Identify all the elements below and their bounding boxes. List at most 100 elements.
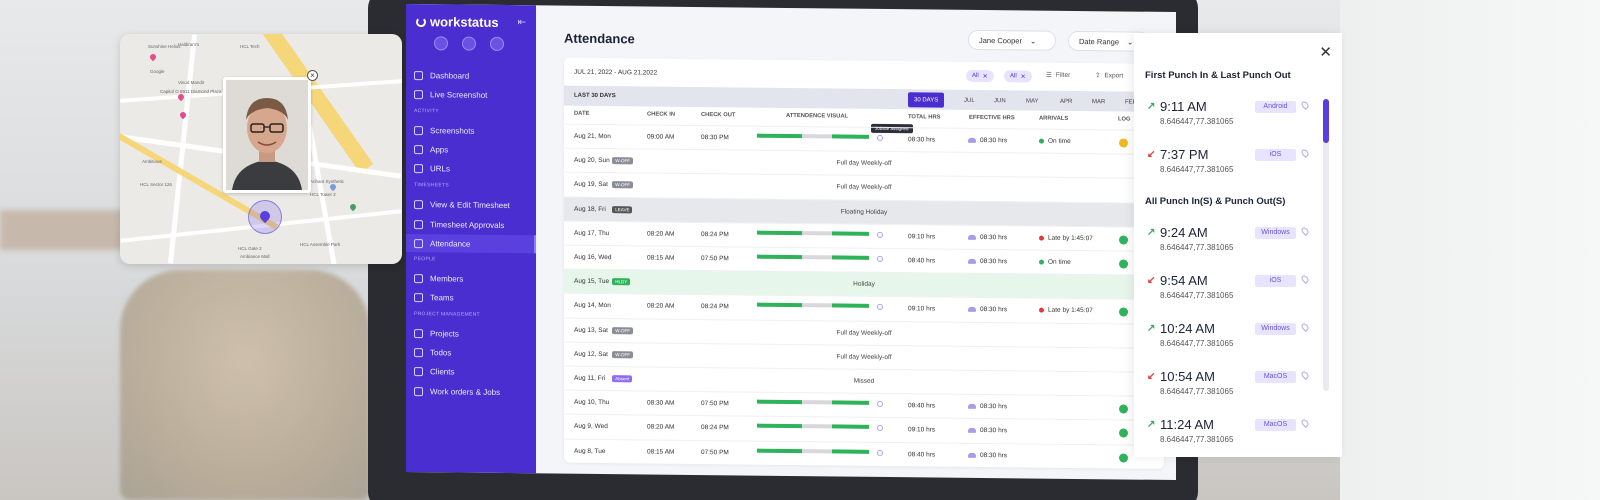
sidebar-item-clients[interactable]: Clients (406, 362, 536, 381)
check-in-time: 08:20 AM (647, 423, 675, 432)
map-label: Haldiram's (178, 42, 200, 47)
total-hours: 08:40 hrs (908, 402, 936, 410)
jobsite-location-icon[interactable] (877, 401, 883, 408)
record-icon[interactable] (462, 36, 476, 51)
table-row[interactable]: Aug 8, Tue 08:15 AM 07:50 PM 08:40 hrs 08:30… (564, 438, 1164, 469)
close-icon[interactable]: ✕ (983, 73, 988, 80)
punch-in-arrow-icon: ↗ (1147, 227, 1156, 238)
sidebar-nav: ACTIVITY TIMESHEETS PEOPLE PROJECT MANAGEME… (406, 4, 536, 396)
punch-time: 9:24 AM (1160, 225, 1208, 240)
jobsite-location-icon[interactable] (877, 231, 883, 238)
employee-photo[interactable] (223, 77, 311, 193)
close-icon[interactable]: ✕ (1021, 73, 1026, 80)
apps-icon (414, 144, 423, 154)
punch-entry[interactable]: ↗ 11:24 AM 8.646447,77.381065 MacOS (1145, 416, 1315, 452)
total-hours: 08:40 hrs (908, 450, 936, 459)
filter-button[interactable]: ☰ Filter (1046, 71, 1070, 79)
map-pin-icon[interactable] (348, 202, 358, 212)
log-check-icon[interactable] (1119, 259, 1128, 269)
scrollbar-thumb[interactable] (1323, 99, 1329, 143)
map-label: HCL Tower 2 (310, 192, 336, 197)
punch-entry[interactable]: ↗ 10:24 AM 8.646447,77.381065 Windows (1145, 320, 1315, 356)
range-tab-30-days[interactable]: 30 DAYS (908, 92, 945, 108)
close-panel-icon[interactable]: ✕ (1319, 43, 1332, 61)
sidebar-item-todos[interactable]: Todos (406, 343, 536, 362)
export-button[interactable]: ⇪ Export (1095, 71, 1123, 79)
jobsite-location-icon[interactable] (877, 425, 883, 432)
location-pin-icon[interactable] (1300, 226, 1310, 236)
range-tab-jul[interactable]: JUL (958, 93, 981, 108)
punch-coordinates: 8.646447,77.381065 (1160, 387, 1234, 396)
sidebar-item-label: Work orders & Jobs (430, 386, 501, 397)
map-pin-icon[interactable] (148, 52, 158, 62)
jobsite-location-icon[interactable] (877, 304, 883, 311)
column-header: EFFECTIVE HRS (969, 114, 1015, 122)
sidebar-item-members[interactable]: Members (406, 269, 536, 288)
panel-scrollbar[interactable] (1323, 99, 1329, 391)
close-photo-icon[interactable]: × (307, 70, 318, 81)
map-label: Sunshine Helios (148, 44, 181, 49)
date-span: JUL 21, 2022 - AUG 21,2022 (574, 68, 658, 77)
range-tab-may[interactable]: MAY (1020, 93, 1045, 108)
punch-entry[interactable]: ↙ 7:37 PM 8.646447,77.381065 iOS (1145, 146, 1315, 182)
play-icon[interactable] (434, 36, 448, 51)
location-pin-icon[interactable] (1300, 100, 1310, 110)
punch-entry[interactable]: ↗ 9:11 AM 8.646447,77.381065 Android (1145, 98, 1315, 134)
sidebar-item-projects[interactable]: Projects (406, 324, 536, 343)
check-out-time: 07:50 PM (701, 400, 729, 408)
jobsite-location-icon[interactable] (877, 255, 883, 262)
location-pin-icon[interactable] (1300, 274, 1310, 284)
location-map-card[interactable]: Sunshine Helios Haldiram's Capitol O 8911 … (120, 34, 402, 264)
logo[interactable]: workstatus (416, 14, 499, 30)
sidebar-item-work-orders-jobs[interactable]: Work orders & Jobs (406, 382, 536, 401)
sidebar-item-timesheet-approvals[interactable]: Timesheet Approvals (406, 215, 536, 234)
location-pin-icon[interactable] (1300, 418, 1310, 428)
range-tab-jun[interactable]: JUN (988, 93, 1012, 108)
location-pin-icon[interactable] (1300, 148, 1310, 158)
sidebar-item-teams[interactable]: Teams (406, 288, 536, 307)
sidebar-item-label: Members (430, 273, 464, 284)
filter-chip[interactable]: All ✕ (966, 69, 994, 83)
sidebar-item-label: Todos (430, 347, 452, 357)
log-warning-icon[interactable] (1119, 138, 1128, 148)
sidebar-item-view-edit-timesheet[interactable]: View & Edit Timesheet (406, 195, 536, 214)
punch-entry[interactable]: ↙ 9:54 AM 8.646447,77.381065 iOS (1145, 272, 1315, 308)
jobsite-location-icon[interactable] (877, 134, 883, 141)
range-tab-apr[interactable]: APR (1054, 94, 1078, 109)
sidebar-item-urls[interactable]: URLs (406, 159, 536, 178)
check-in-time: 08:30 AM (647, 399, 675, 407)
effective-hours: 08:30 hrs (980, 451, 1008, 459)
user-filter-dropdown[interactable]: Jane Cooper ⌄ (968, 29, 1056, 51)
sidebar-item-dashboard[interactable]: Dashboard (406, 66, 536, 85)
sidebar-item-attendance[interactable]: Attendance (406, 233, 536, 254)
log-check-icon[interactable] (1119, 428, 1128, 438)
location-pin-icon[interactable] (1300, 370, 1310, 380)
device-os-badge: MacOS (1255, 371, 1296, 383)
jobsite-location-icon[interactable] (877, 449, 883, 456)
teams-icon (414, 292, 423, 302)
punch-entry[interactable]: ↙ 10:54 AM 8.646447,77.381065 MacOS (1145, 368, 1315, 404)
sidebar-item-apps[interactable]: Apps (406, 140, 536, 159)
location-pin-icon[interactable] (1300, 322, 1310, 332)
map-pin-icon[interactable] (328, 182, 338, 192)
map-label: Capitol O 8911 Diamond Plaza (160, 89, 222, 94)
filter-label: Filter (1055, 71, 1071, 79)
bell-icon[interactable] (490, 36, 504, 51)
day-status-message: Missed (853, 377, 875, 385)
punch-coordinates: 8.646447,77.381065 (1160, 435, 1234, 444)
log-check-icon[interactable] (1119, 307, 1128, 317)
column-header: LOG (1118, 116, 1131, 123)
log-check-icon[interactable] (1119, 453, 1128, 463)
collapse-sidebar-icon[interactable]: ⇤ (518, 17, 526, 28)
arrival-status-dot (1039, 307, 1044, 314)
filter-chip[interactable]: All ✕ (1004, 70, 1032, 83)
punch-entry[interactable]: ↗ 9:24 AM 8.646447,77.381065 Windows (1145, 224, 1315, 260)
log-check-icon[interactable] (1119, 404, 1128, 414)
log-check-icon[interactable] (1119, 235, 1128, 245)
attendance-visual-bar (757, 254, 869, 262)
range-tab-mar[interactable]: MAR (1086, 94, 1111, 109)
sidebar-item-live-screenshot[interactable]: Live Screenshot (406, 85, 536, 104)
punch-out-arrow-icon: ↙ (1147, 275, 1156, 286)
work-orders-jobs-icon (414, 386, 423, 396)
sidebar-item-screenshots[interactable]: Screenshots (406, 121, 536, 140)
